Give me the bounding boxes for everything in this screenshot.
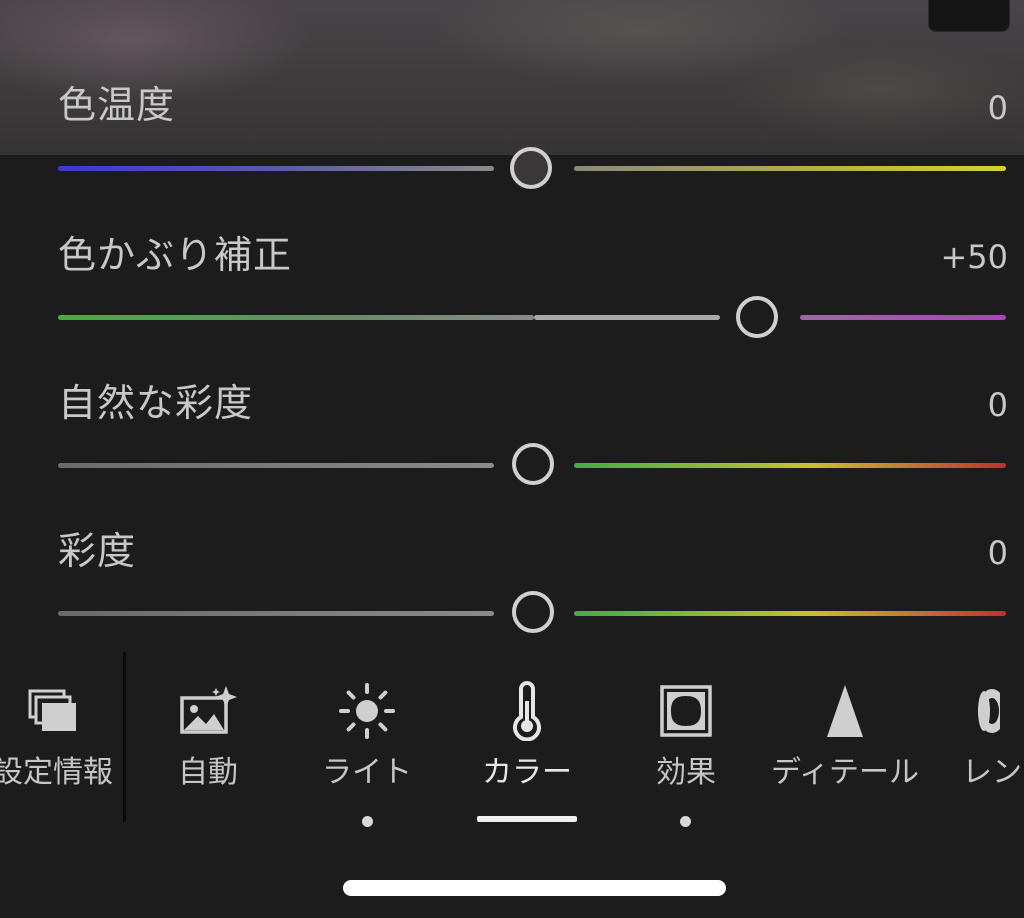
tint-thumb[interactable] (736, 296, 778, 338)
tool-light[interactable]: ライト (287, 680, 447, 788)
color-panel: 色温度 0 色かぶり補正 +50 自然な彩度 0 彩度 0 設定情報 自動 ライ… (0, 0, 1024, 918)
sun-icon (287, 680, 447, 742)
tool-lens-label: レンズ (962, 755, 1024, 790)
saturation-value: 0 (987, 534, 1008, 572)
vignette-icon (606, 680, 766, 742)
vibrance-value: 0 (987, 386, 1008, 424)
vibrance-label: 自然な彩度 (58, 381, 254, 425)
presets-icon (0, 680, 133, 742)
temperature-label: 色温度 (58, 83, 176, 127)
tool-effects-edited-dot (680, 816, 691, 827)
tint-track-fill (534, 315, 720, 320)
lens-icon (940, 680, 1024, 742)
vibrance-track-left (58, 463, 494, 468)
triangle-icon (765, 680, 925, 742)
tool-color[interactable]: カラー (447, 680, 607, 788)
tool-color-label: カラー (482, 755, 572, 790)
saturation-track-right (574, 611, 1006, 616)
tool-auto-label: 自動 (178, 755, 238, 790)
tool-color-active-indicator (477, 816, 577, 822)
tint-value: +50 (940, 238, 1008, 276)
auto-image-sparkle-icon (128, 680, 288, 742)
tool-presets[interactable]: 設定情報 (0, 680, 133, 788)
tool-light-edited-dot (362, 816, 373, 827)
vibrance-thumb[interactable] (512, 443, 554, 485)
temperature-track-left (58, 166, 494, 171)
thermometer-icon (447, 680, 607, 742)
photo-overlay-chip (928, 0, 1010, 32)
saturation-track-left (58, 611, 494, 616)
tool-presets-label: 設定情報 (0, 755, 113, 790)
temperature-track-right (574, 166, 1006, 171)
tint-track-left (58, 315, 534, 320)
tool-lens[interactable]: レンズ (940, 680, 1024, 788)
saturation-label: 彩度 (58, 529, 137, 573)
tool-detail-label: ディテール (771, 755, 919, 790)
tool-effects-label: 効果 (656, 755, 716, 790)
home-indicator[interactable] (343, 880, 726, 896)
photo-preview (0, 0, 1024, 155)
tint-label: 色かぶり補正 (58, 233, 293, 277)
tool-effects[interactable]: 効果 (606, 680, 766, 788)
temperature-value: 0 (987, 89, 1008, 127)
tool-detail[interactable]: ディテール (765, 680, 925, 788)
vibrance-track-right (574, 463, 1006, 468)
tint-track-right (800, 315, 1006, 320)
tool-auto[interactable]: 自動 (128, 680, 288, 788)
saturation-thumb[interactable] (512, 591, 554, 633)
tool-light-label: ライト (322, 755, 412, 790)
temperature-thumb[interactable] (510, 147, 552, 189)
